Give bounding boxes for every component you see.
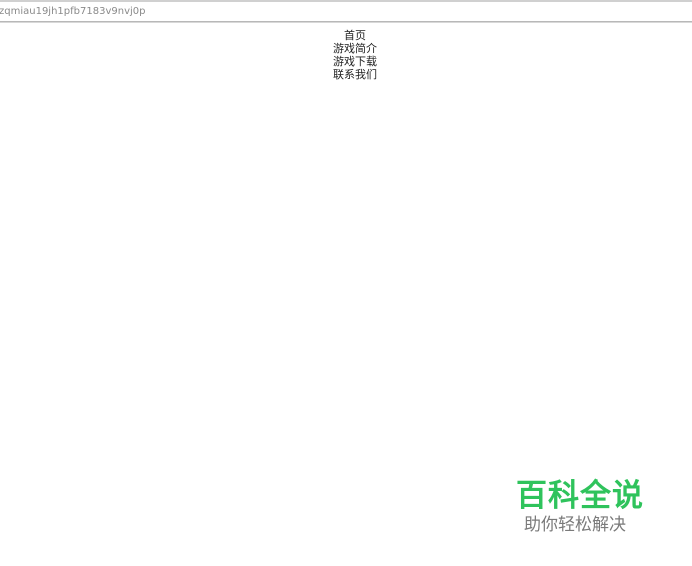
watermark-title: 百科全说 <box>516 478 644 514</box>
address-bar[interactable]: zqmiau19jh1pfb7183v9nvj0p <box>0 0 692 22</box>
divider <box>0 22 692 23</box>
nav-link-game-download[interactable]: 游戏下载 <box>0 55 692 68</box>
address-bar-url[interactable]: zqmiau19jh1pfb7183v9nvj0p <box>0 6 145 17</box>
nav-link-home[interactable]: 首页 <box>0 29 692 42</box>
watermark-subtitle: 助你轻松解决 <box>524 515 626 535</box>
nav-link-contact-us[interactable]: 联系我们 <box>0 68 692 81</box>
nav-link-game-intro[interactable]: 游戏简介 <box>0 42 692 55</box>
nav-menu: 首页 游戏简介 游戏下载 联系我们 <box>0 29 692 81</box>
watermark-logo: 百科全说 助你轻松解决 <box>512 470 672 540</box>
